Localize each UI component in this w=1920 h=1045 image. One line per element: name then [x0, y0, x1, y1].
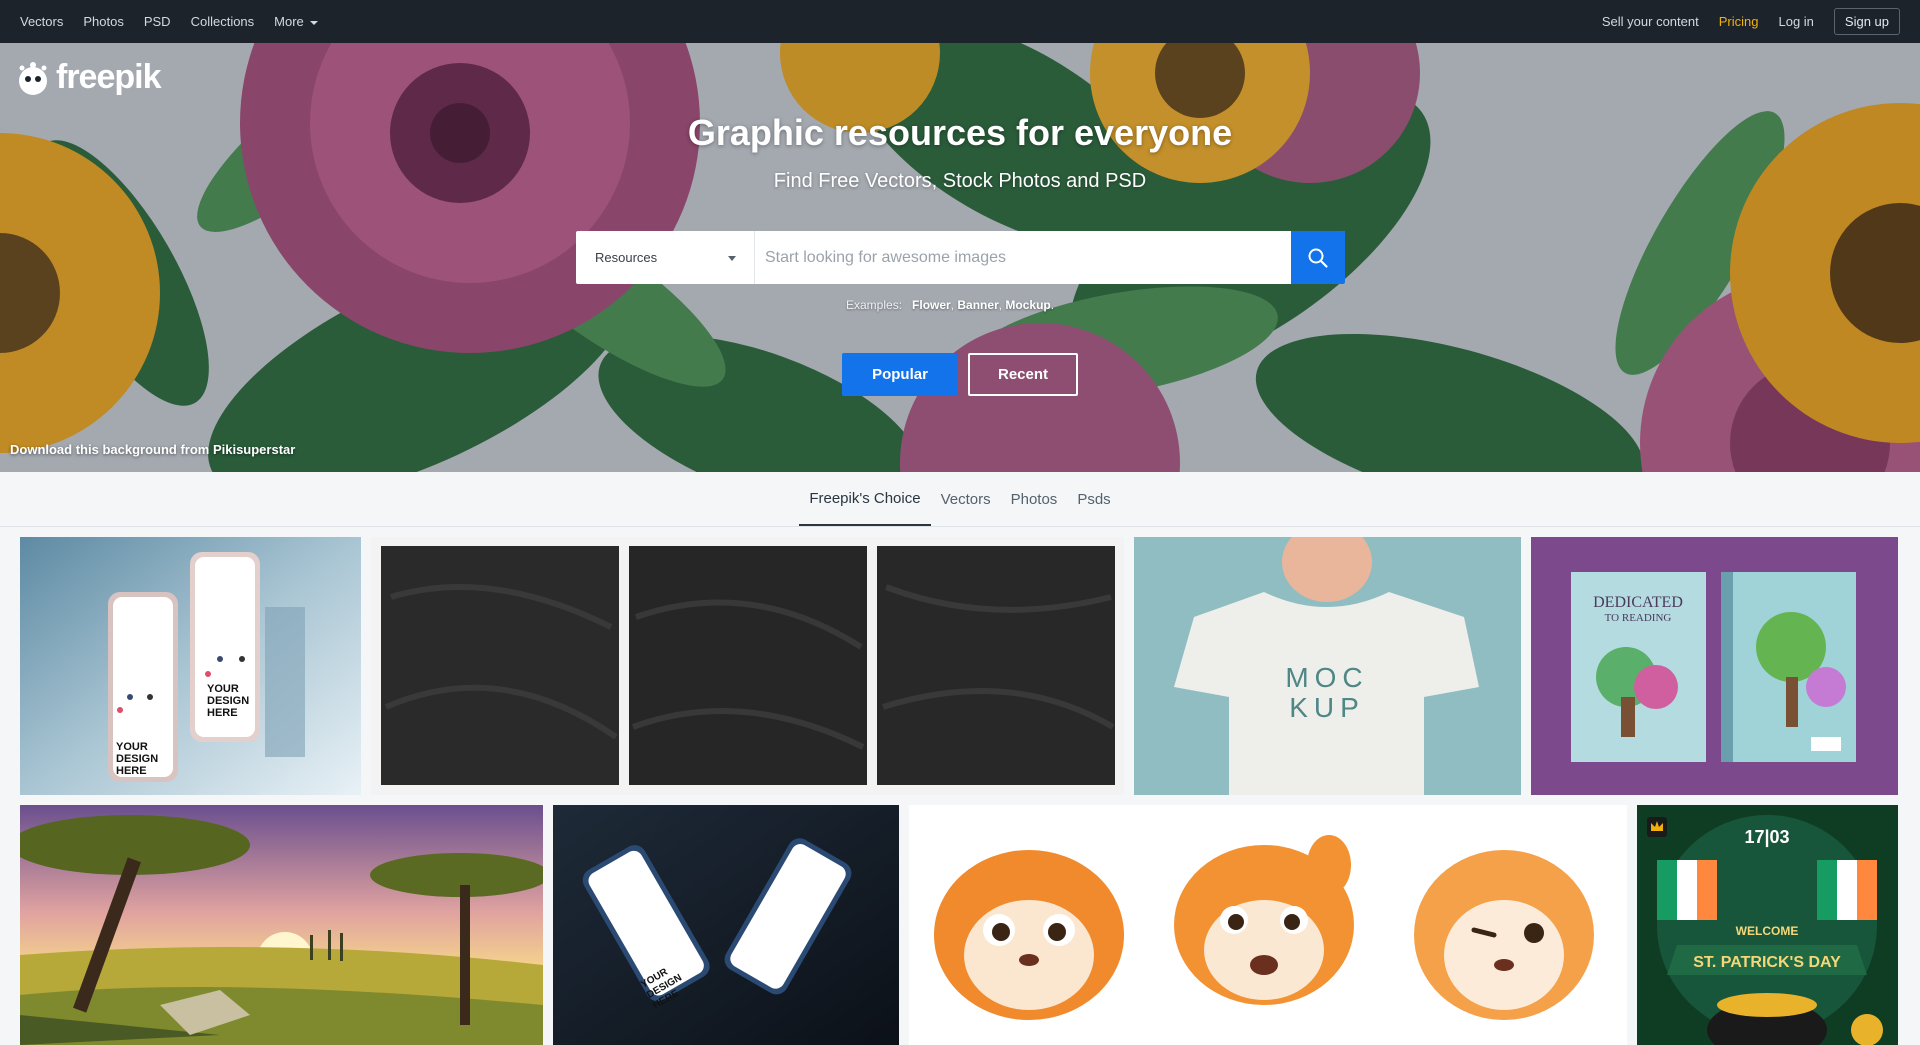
example-link-mockup[interactable]: Mockup	[1005, 298, 1050, 312]
resource-card-book-covers[interactable]: DEDICATED TO READING	[1531, 537, 1898, 795]
signup-button[interactable]: Sign up	[1833, 8, 1900, 35]
nav-login[interactable]: Log in	[1778, 14, 1813, 29]
resource-card-savanna-landscape[interactable]	[20, 805, 543, 1045]
content-tabs: Freepik's Choice Vectors Photos Psds	[0, 472, 1920, 527]
svg-text:KUP: KUP	[1289, 692, 1365, 723]
freepik-logo[interactable]: freepik	[14, 58, 161, 97]
tiger-stickers-image	[909, 805, 1627, 1045]
examples-label: Examples:	[846, 298, 903, 312]
chevron-down-icon	[728, 256, 736, 261]
resource-card-tshirt-mockup[interactable]: MOC KUP	[1134, 537, 1521, 795]
tab-photos[interactable]: Photos	[1001, 472, 1068, 526]
popular-button[interactable]: Popular	[842, 353, 958, 396]
svg-text:HERE: HERE	[207, 707, 238, 719]
resource-type-select[interactable]: Resources	[576, 231, 755, 284]
example-link-flower[interactable]: Flower	[912, 298, 951, 312]
background-credit-link[interactable]: Download this background from Pikisupers…	[10, 442, 295, 457]
recent-button[interactable]: Recent	[968, 353, 1078, 396]
svg-text:HERE: HERE	[116, 765, 147, 777]
nav-vectors[interactable]: Vectors	[20, 14, 63, 29]
savanna-landscape-image	[20, 805, 543, 1045]
nav-psd[interactable]: PSD	[144, 14, 171, 29]
resource-type-label: Resources	[595, 250, 658, 265]
search-examples: Examples: Flower, Banner, Mockup.	[846, 298, 1055, 312]
svg-text:ST. PATRICK'S DAY: ST. PATRICK'S DAY	[1693, 954, 1841, 971]
dark-phone-mockup-image: YOUR DESIGN HERE	[553, 805, 899, 1045]
hero-subtitle: Find Free Vectors, Stock Photos and PSD	[773, 170, 1147, 192]
svg-text:DESIGN: DESIGN	[116, 753, 158, 765]
nav-more-dropdown[interactable]: More	[274, 14, 318, 29]
tshirt-mockup-image: MOC KUP	[1134, 537, 1521, 795]
search-bar: Resources	[576, 231, 1345, 284]
st-patricks-day-image: 17|03 WELCOME ST. PATRICK'S DAY	[1637, 805, 1898, 1045]
resource-card-dark-phone-mockup[interactable]: YOUR DESIGN HERE	[553, 805, 899, 1045]
book-covers-image: DEDICATED TO READING	[1531, 537, 1898, 795]
top-navigation: Vectors Photos PSD Collections More Sell…	[0, 0, 1920, 43]
hero-title: Graphic resources for everyone	[687, 112, 1233, 153]
svg-text:YOUR: YOUR	[207, 683, 239, 695]
nav-pricing[interactable]: Pricing	[1719, 14, 1759, 29]
resource-card-black-paper-textures[interactable]	[371, 537, 1124, 795]
resource-card-tiger-stickers[interactable]	[909, 805, 1627, 1045]
example-link-banner[interactable]: Banner	[957, 298, 998, 312]
tab-psds[interactable]: Psds	[1067, 472, 1120, 526]
freepik-logo-icon	[14, 60, 52, 96]
svg-text:WELCOME: WELCOME	[1736, 924, 1799, 938]
svg-text:17|03: 17|03	[1744, 827, 1789, 847]
black-paper-texture-image	[381, 546, 1115, 785]
tab-vectors[interactable]: Vectors	[931, 472, 1001, 526]
tab-freepiks-choice[interactable]: Freepik's Choice	[799, 472, 931, 526]
search-button[interactable]	[1291, 231, 1345, 284]
svg-text:TO READING: TO READING	[1605, 612, 1672, 624]
search-input[interactable]	[755, 231, 1291, 284]
resource-grid: YOUR DESIGN HERE YOUR DESIGN HERE MOC KU…	[0, 527, 1920, 1045]
resource-card-phone-mockup[interactable]: YOUR DESIGN HERE YOUR DESIGN HERE	[20, 537, 361, 795]
search-icon	[1308, 248, 1328, 268]
svg-text:MOC: MOC	[1285, 662, 1368, 693]
svg-text:DESIGN: DESIGN	[207, 695, 249, 707]
freepik-logo-text: freepik	[56, 58, 161, 96]
hero-banner: freepik Graphic resources for everyone F…	[0, 43, 1920, 472]
svg-text:YOUR: YOUR	[116, 741, 148, 753]
phone-mockup-image: YOUR DESIGN HERE YOUR DESIGN HERE	[20, 537, 361, 795]
resource-card-st-patricks-day[interactable]: 17|03 WELCOME ST. PATRICK'S DAY	[1637, 805, 1898, 1045]
nav-sell-content[interactable]: Sell your content	[1602, 14, 1699, 29]
svg-text:DEDICATED: DEDICATED	[1593, 594, 1683, 611]
nav-photos[interactable]: Photos	[83, 14, 123, 29]
nav-collections[interactable]: Collections	[191, 14, 255, 29]
